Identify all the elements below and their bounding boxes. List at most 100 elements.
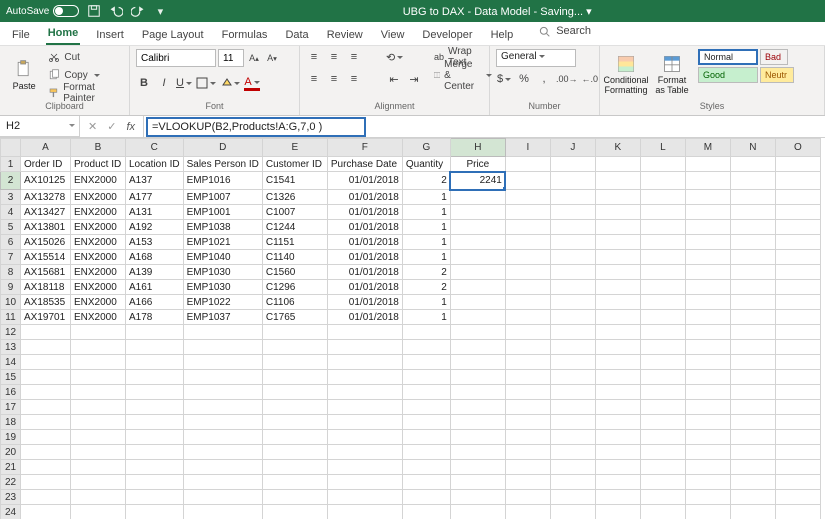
cell-A16[interactable] bbox=[21, 385, 71, 400]
cell-K2[interactable] bbox=[595, 172, 640, 190]
percent-format-icon[interactable]: % bbox=[516, 71, 532, 87]
cell-L16[interactable] bbox=[640, 385, 685, 400]
row-header-4[interactable]: 4 bbox=[1, 205, 21, 220]
cell-O16[interactable] bbox=[775, 385, 820, 400]
cell-M2[interactable] bbox=[685, 172, 730, 190]
font-color-button[interactable]: A bbox=[244, 75, 260, 91]
cell-G1[interactable]: Quantity bbox=[402, 157, 450, 172]
cell-D3[interactable]: EMP1007 bbox=[183, 190, 262, 205]
cell-J19[interactable] bbox=[550, 430, 595, 445]
align-middle-icon[interactable]: ≡ bbox=[326, 49, 342, 65]
cell-K21[interactable] bbox=[595, 460, 640, 475]
col-header-D[interactable]: D bbox=[183, 139, 262, 157]
cell-E18[interactable] bbox=[262, 415, 327, 430]
cell-I6[interactable] bbox=[505, 235, 550, 250]
style-normal[interactable]: Normal bbox=[698, 49, 758, 65]
cell-O4[interactable] bbox=[775, 205, 820, 220]
col-header-M[interactable]: M bbox=[685, 139, 730, 157]
row-header-2[interactable]: 2 bbox=[1, 172, 21, 190]
cell-H21[interactable] bbox=[450, 460, 505, 475]
cell-F17[interactable] bbox=[327, 400, 402, 415]
cell-J8[interactable] bbox=[550, 265, 595, 280]
cell-A3[interactable]: AX13278 bbox=[21, 190, 71, 205]
cell-A20[interactable] bbox=[21, 445, 71, 460]
cell-O19[interactable] bbox=[775, 430, 820, 445]
enter-icon[interactable]: ✓ bbox=[107, 120, 116, 133]
cell-L12[interactable] bbox=[640, 325, 685, 340]
cell-C5[interactable]: A192 bbox=[126, 220, 184, 235]
cell-G15[interactable] bbox=[402, 370, 450, 385]
cell-B15[interactable] bbox=[71, 370, 126, 385]
cell-G6[interactable]: 1 bbox=[402, 235, 450, 250]
tab-help[interactable]: Help bbox=[489, 26, 516, 45]
row-header-11[interactable]: 11 bbox=[1, 310, 21, 325]
merge-center-button[interactable]: Merge & Center bbox=[434, 67, 492, 83]
cell-N23[interactable] bbox=[730, 490, 775, 505]
cell-L22[interactable] bbox=[640, 475, 685, 490]
cell-L18[interactable] bbox=[640, 415, 685, 430]
cell-K5[interactable] bbox=[595, 220, 640, 235]
cell-E6[interactable]: C1151 bbox=[262, 235, 327, 250]
orientation-icon[interactable]: ⟲ bbox=[386, 49, 403, 65]
cell-E5[interactable]: C1244 bbox=[262, 220, 327, 235]
cell-F14[interactable] bbox=[327, 355, 402, 370]
cell-I22[interactable] bbox=[505, 475, 550, 490]
font-size-input[interactable] bbox=[218, 49, 244, 67]
cell-N17[interactable] bbox=[730, 400, 775, 415]
cell-L14[interactable] bbox=[640, 355, 685, 370]
cell-K12[interactable] bbox=[595, 325, 640, 340]
cell-E4[interactable]: C1007 bbox=[262, 205, 327, 220]
cell-J21[interactable] bbox=[550, 460, 595, 475]
fill-color-button[interactable] bbox=[220, 75, 240, 91]
cell-A15[interactable] bbox=[21, 370, 71, 385]
cell-F15[interactable] bbox=[327, 370, 402, 385]
cell-G4[interactable]: 1 bbox=[402, 205, 450, 220]
cell-J7[interactable] bbox=[550, 250, 595, 265]
cell-M8[interactable] bbox=[685, 265, 730, 280]
cell-G5[interactable]: 1 bbox=[402, 220, 450, 235]
cell-C22[interactable] bbox=[126, 475, 184, 490]
cell-B20[interactable] bbox=[71, 445, 126, 460]
cell-M17[interactable] bbox=[685, 400, 730, 415]
cell-A8[interactable]: AX15681 bbox=[21, 265, 71, 280]
align-center-icon[interactable]: ≡ bbox=[326, 71, 342, 87]
cell-E10[interactable]: C1106 bbox=[262, 295, 327, 310]
tab-view[interactable]: View bbox=[379, 26, 407, 45]
cell-M10[interactable] bbox=[685, 295, 730, 310]
cell-A6[interactable]: AX15026 bbox=[21, 235, 71, 250]
cell-G22[interactable] bbox=[402, 475, 450, 490]
cell-D14[interactable] bbox=[183, 355, 262, 370]
cell-E7[interactable]: C1140 bbox=[262, 250, 327, 265]
cell-O2[interactable] bbox=[775, 172, 820, 190]
tab-file[interactable]: File bbox=[10, 26, 32, 45]
cell-D8[interactable]: EMP1030 bbox=[183, 265, 262, 280]
cell-J1[interactable] bbox=[550, 157, 595, 172]
redo-icon[interactable] bbox=[131, 4, 145, 18]
cell-D21[interactable] bbox=[183, 460, 262, 475]
cell-A11[interactable]: AX19701 bbox=[21, 310, 71, 325]
cell-G16[interactable] bbox=[402, 385, 450, 400]
cell-B14[interactable] bbox=[71, 355, 126, 370]
formula-bar[interactable]: =VLOOKUP(B2,Products!A:G,7,0 ) bbox=[146, 117, 366, 137]
cell-M3[interactable] bbox=[685, 190, 730, 205]
cell-D7[interactable]: EMP1040 bbox=[183, 250, 262, 265]
row-header-7[interactable]: 7 bbox=[1, 250, 21, 265]
cell-D6[interactable]: EMP1021 bbox=[183, 235, 262, 250]
cell-L4[interactable] bbox=[640, 205, 685, 220]
cell-F5[interactable]: 01/01/2018 bbox=[327, 220, 402, 235]
cell-M20[interactable] bbox=[685, 445, 730, 460]
row-header-21[interactable]: 21 bbox=[1, 460, 21, 475]
border-button[interactable] bbox=[196, 75, 216, 91]
cell-M9[interactable] bbox=[685, 280, 730, 295]
cut-button[interactable]: Cut bbox=[48, 49, 123, 65]
row-header-23[interactable]: 23 bbox=[1, 490, 21, 505]
cell-L3[interactable] bbox=[640, 190, 685, 205]
cell-B2[interactable]: ENX2000 bbox=[71, 172, 126, 190]
cell-B7[interactable]: ENX2000 bbox=[71, 250, 126, 265]
cell-N11[interactable] bbox=[730, 310, 775, 325]
cell-K24[interactable] bbox=[595, 505, 640, 519]
cell-N1[interactable] bbox=[730, 157, 775, 172]
cell-L15[interactable] bbox=[640, 370, 685, 385]
cell-C16[interactable] bbox=[126, 385, 184, 400]
cell-E21[interactable] bbox=[262, 460, 327, 475]
